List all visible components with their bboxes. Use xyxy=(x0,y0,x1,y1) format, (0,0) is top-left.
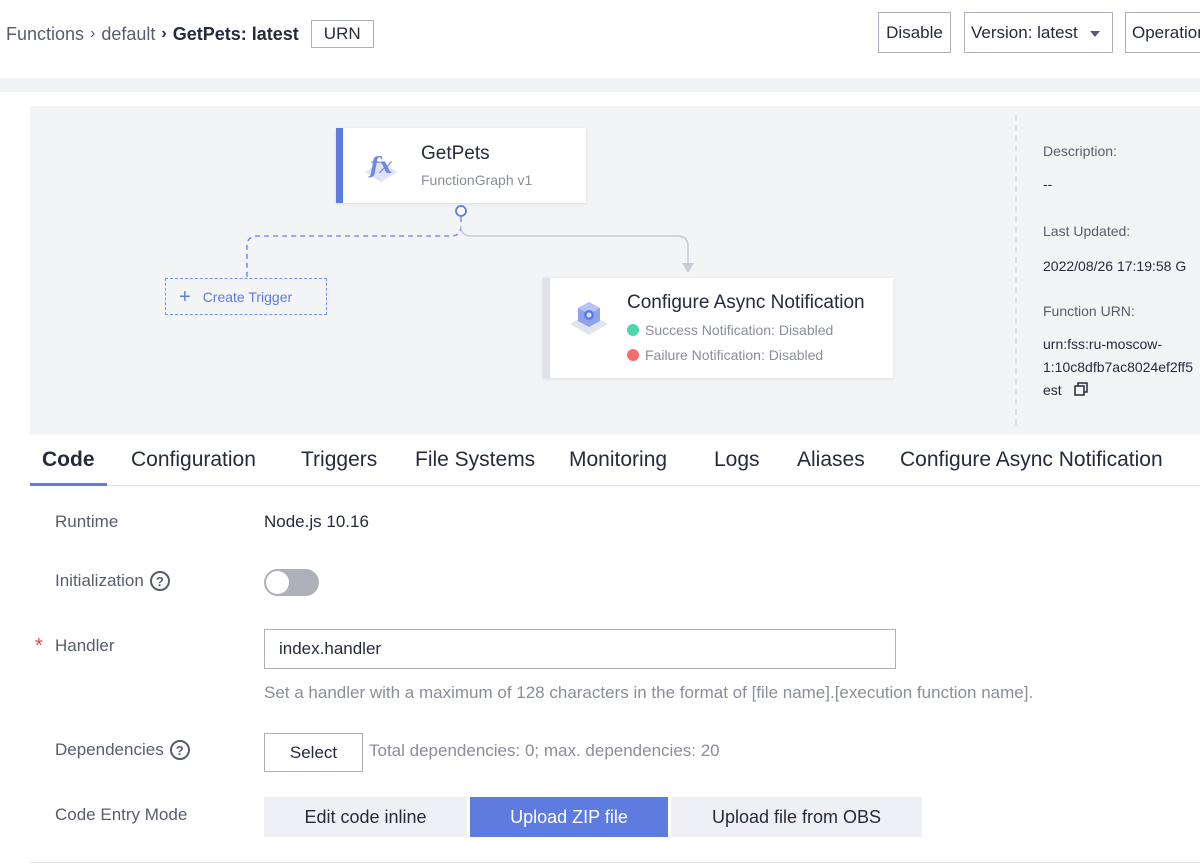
handler-label: Handler xyxy=(55,636,115,655)
tab-configure-async-notification[interactable]: Configure Async Notification xyxy=(900,448,1163,472)
svg-text:fx: fx xyxy=(368,153,393,179)
version-select[interactable]: Version: latest xyxy=(964,12,1113,53)
create-trigger-button[interactable]: + Create Trigger xyxy=(165,278,327,315)
copy-icon[interactable] xyxy=(1073,380,1088,403)
code-entry-mode-label: Code Entry Mode xyxy=(55,805,188,824)
page-gap xyxy=(0,78,1200,92)
disable-button[interactable]: Disable xyxy=(878,12,951,53)
function-urn-line3: est xyxy=(1043,379,1088,403)
required-asterisk: * xyxy=(35,635,43,657)
dependencies-label: Dependencies ? xyxy=(55,740,190,760)
success-status-dot xyxy=(627,324,639,336)
async-notification-node[interactable]: Configure Async Notification Success Not… xyxy=(543,278,893,378)
tab-configuration[interactable]: Configuration xyxy=(131,448,256,472)
entry-mode-obs[interactable]: Upload file from OBS xyxy=(671,797,922,837)
success-notification-text: Success Notification: Disabled xyxy=(645,322,834,338)
function-icon: fx xyxy=(361,146,401,186)
function-node-title: GetPets xyxy=(421,143,490,164)
last-updated-value: 2022/08/26 17:19:58 G xyxy=(1043,258,1187,274)
function-urn-tail: est xyxy=(1043,382,1062,398)
function-tabs: Code Configuration Triggers File Systems… xyxy=(30,436,1200,486)
failure-notification-status: Failure Notification: Disabled xyxy=(627,347,823,363)
caret-down-icon xyxy=(1089,30,1100,37)
function-urn-line1: urn:fss:ru-moscow- xyxy=(1043,336,1163,352)
failure-notification-text: Failure Notification: Disabled xyxy=(645,347,824,363)
operations-dropdown[interactable]: Operations xyxy=(1125,12,1200,53)
success-notification-status: Success Notification: Disabled xyxy=(627,322,833,338)
entry-mode-inline[interactable]: Edit code inline xyxy=(264,797,467,837)
page-title: GetPets: latest xyxy=(172,23,299,44)
version-select-label: Version: latest xyxy=(971,23,1078,42)
toggle-knob xyxy=(266,571,289,594)
tab-aliases[interactable]: Aliases xyxy=(797,448,865,472)
entry-mode-zip[interactable]: Upload ZIP file xyxy=(470,797,668,837)
chevron-right-icon: › xyxy=(161,25,167,42)
help-icon[interactable]: ? xyxy=(149,571,170,591)
breadcrumb: Functions › default › GetPets: latest UR… xyxy=(6,20,374,48)
function-details: Description: -- Last Updated: 2022/08/26… xyxy=(1015,115,1200,425)
breadcrumb-default-link[interactable]: default xyxy=(101,24,155,45)
description-value: -- xyxy=(1043,176,1053,192)
function-node[interactable]: fx GetPets FunctionGraph v1 xyxy=(336,128,586,203)
description-label: Description: xyxy=(1043,143,1117,159)
dependencies-count: Total dependencies: 0; max. dependencies… xyxy=(369,741,720,760)
tab-monitoring[interactable]: Monitoring xyxy=(569,448,667,472)
initialization-label-text: Initialization xyxy=(55,571,144,590)
runtime-value: Node.js 10.16 xyxy=(264,512,369,531)
tab-triggers[interactable]: Triggers xyxy=(301,448,377,472)
create-trigger-label: Create Trigger xyxy=(202,288,293,305)
help-icon[interactable]: ? xyxy=(169,740,190,760)
page-header: Functions › default › GetPets: latest UR… xyxy=(0,0,1200,78)
function-urn-label: Function URN: xyxy=(1043,303,1135,319)
function-urn-line2: 1:10c8dfb7ac8024ef2ff5 xyxy=(1043,359,1193,375)
function-node-subtitle: FunctionGraph v1 xyxy=(421,172,533,188)
handler-hint: Set a handler with a maximum of 128 char… xyxy=(264,683,1034,702)
tab-logs[interactable]: Logs xyxy=(714,448,760,472)
async-notification-icon xyxy=(566,294,612,340)
initialization-toggle[interactable] xyxy=(264,569,319,596)
tab-file-systems[interactable]: File Systems xyxy=(415,448,535,472)
breadcrumb-functions-link[interactable]: Functions xyxy=(6,24,84,45)
async-node-title: Configure Async Notification xyxy=(627,292,865,313)
runtime-label: Runtime xyxy=(55,512,119,531)
urn-button[interactable]: URN xyxy=(310,20,374,48)
select-dependencies-button[interactable]: Select xyxy=(264,733,363,772)
dependencies-label-text: Dependencies xyxy=(55,740,164,759)
failure-status-dot xyxy=(627,349,639,361)
last-updated-label: Last Updated: xyxy=(1043,223,1131,239)
section-divider xyxy=(30,862,1200,863)
chevron-right-icon: › xyxy=(90,25,96,42)
handler-input[interactable] xyxy=(264,629,896,669)
tab-code[interactable]: Code xyxy=(42,448,95,472)
initialization-label: Initialization ? xyxy=(55,571,170,591)
plus-icon: + xyxy=(179,285,191,308)
active-tab-indicator xyxy=(30,483,107,486)
